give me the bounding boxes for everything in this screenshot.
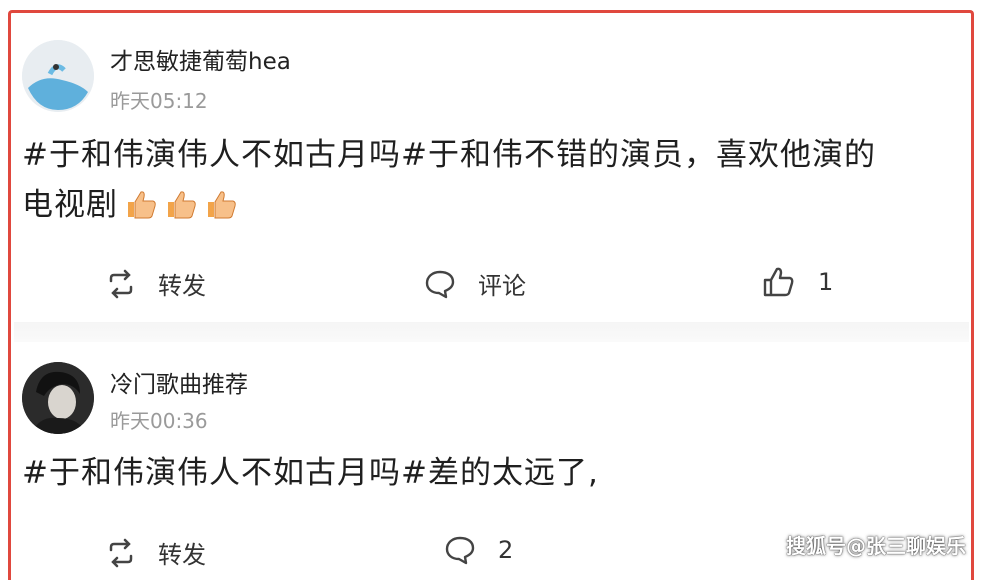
comment-label: 评论 xyxy=(478,272,526,300)
repost-label: 转发 xyxy=(158,272,206,300)
repost-label: 转发 xyxy=(158,541,206,569)
repost-icon xyxy=(109,538,133,567)
comment-count: 2 xyxy=(498,536,514,564)
repost-button[interactable]: 转发 xyxy=(106,535,206,570)
comment-button[interactable]: 2 xyxy=(444,535,513,565)
like-count: 1 xyxy=(818,268,834,296)
comment-icon xyxy=(425,270,455,298)
avatar[interactable] xyxy=(22,40,94,112)
avatar[interactable] xyxy=(22,362,94,434)
comment-icon xyxy=(445,536,475,565)
avatar-image-icon xyxy=(22,362,94,434)
watermark: 搜狐号@张三聊娱乐 xyxy=(786,534,966,558)
comment-text: #于和伟演伟人不如古月吗#差的太远了, xyxy=(22,448,952,498)
comment-text-line: 电视剧 xyxy=(22,180,952,230)
divider xyxy=(14,322,969,342)
like-button[interactable]: 1 xyxy=(762,266,833,298)
thumbs-up-icon xyxy=(168,191,196,219)
username[interactable]: 才思敏捷葡萄hea xyxy=(110,42,291,76)
repost-button[interactable]: 转发 xyxy=(106,266,206,301)
comment-text: #于和伟演伟人不如古月吗#于和伟不错的演员，喜欢他演的 电视剧 xyxy=(22,130,952,230)
thumbs-up-icon xyxy=(128,191,156,219)
thumbs-up-icon xyxy=(208,191,236,219)
timestamp: 昨天00:36 xyxy=(110,409,208,433)
thumbs-up-outline-icon xyxy=(763,267,794,297)
repost-icon xyxy=(109,269,133,298)
comment-text-line: #于和伟演伟人不如古月吗#于和伟不错的演员，喜欢他演的 xyxy=(22,137,876,173)
comment-text-line: #于和伟演伟人不如古月吗#差的太远了, xyxy=(22,455,599,491)
comment-text-line-2: 电视剧 xyxy=(22,187,118,223)
comment-button[interactable]: 评论 xyxy=(424,266,526,301)
timestamp: 昨天05:12 xyxy=(110,89,208,113)
avatar-image-icon xyxy=(22,40,94,112)
username[interactable]: 冷门歌曲推荐 xyxy=(110,365,248,399)
comment-card: 才思敏捷葡萄hea 昨天05:12 #于和伟演伟人不如古月吗#于和伟不错的演员，… xyxy=(14,18,969,320)
